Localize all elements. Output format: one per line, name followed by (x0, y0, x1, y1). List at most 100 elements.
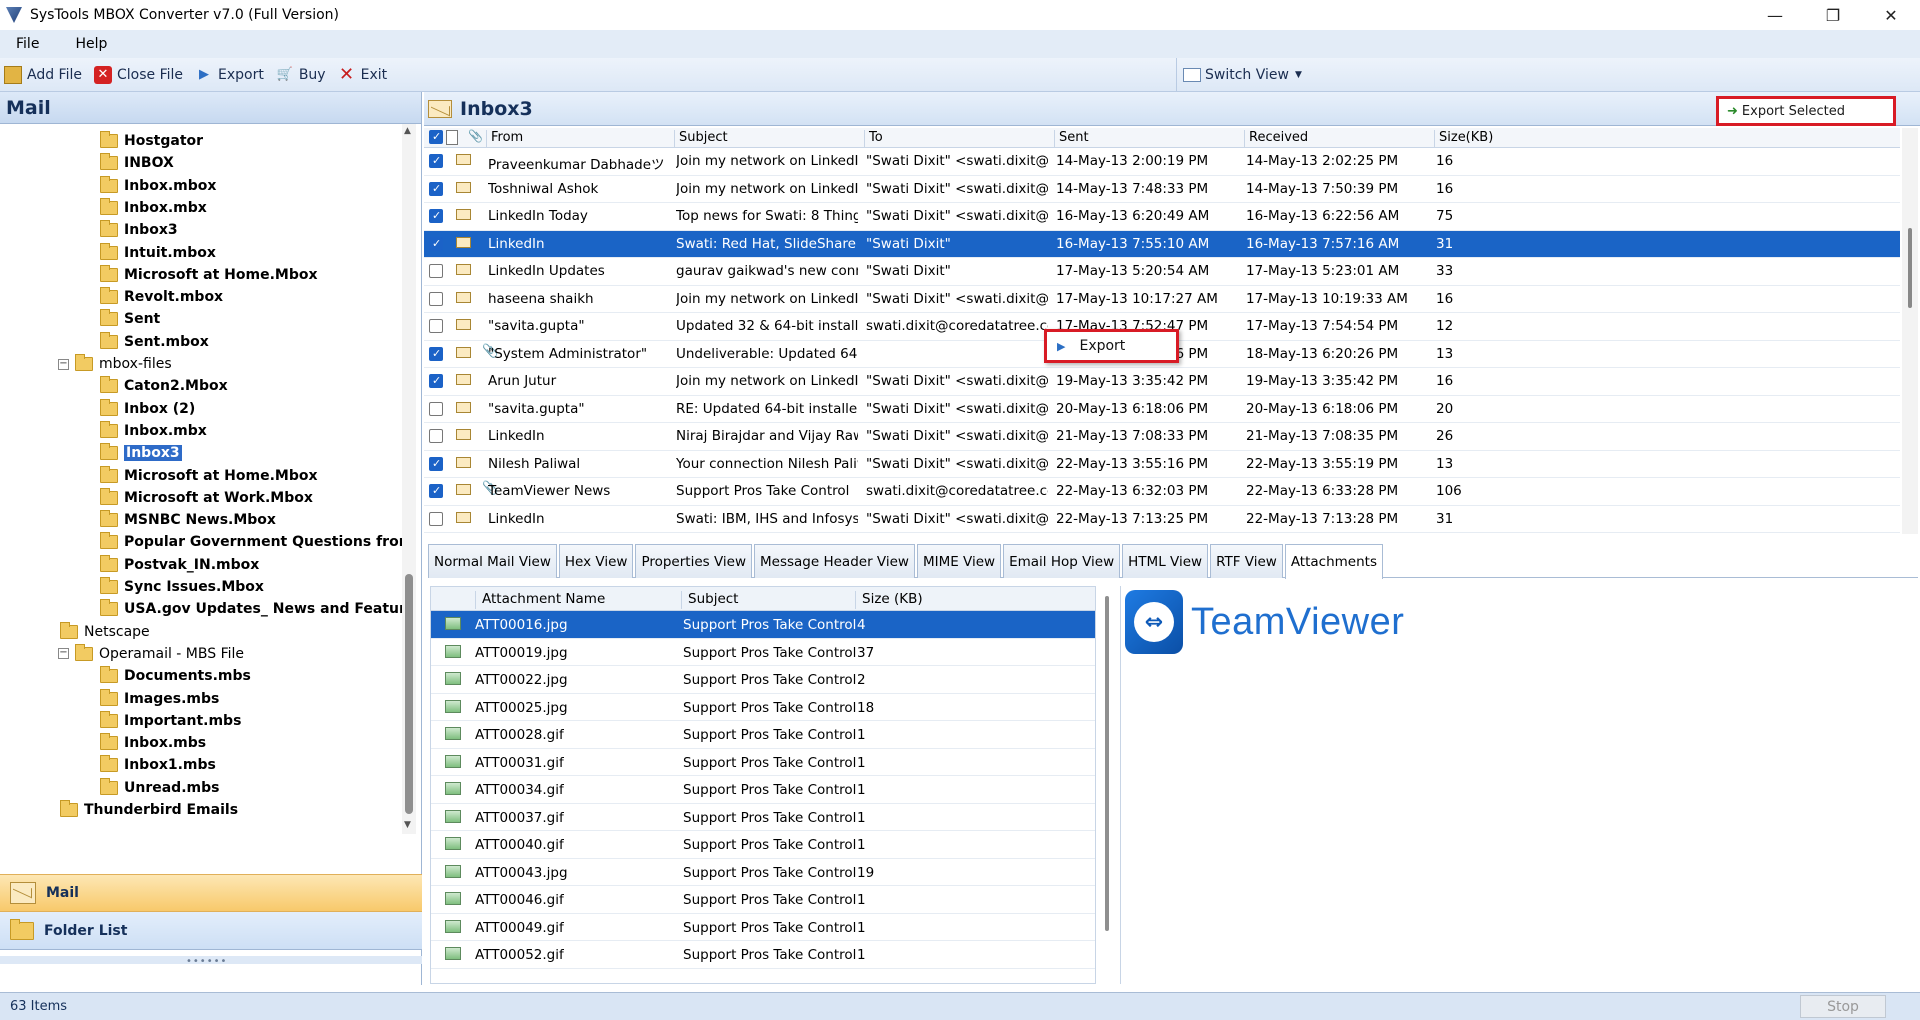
email-row[interactable]: 📎TeamViewer NewsSupport Pros Take Contro… (424, 478, 1900, 506)
tab-hex-view[interactable]: Hex View (558, 544, 634, 578)
close-window-button[interactable]: ✕ (1862, 0, 1920, 30)
tree-item[interactable]: − Operamail - MBS File (58, 643, 244, 665)
close-file-button[interactable]: ✕ Close File (93, 65, 183, 84)
minimize-button[interactable]: — (1746, 0, 1804, 30)
tree-scroll-thumb[interactable] (405, 574, 413, 814)
email-row-checkbox[interactable] (429, 429, 443, 443)
menu-file[interactable]: File (10, 34, 45, 54)
tree-item[interactable]: Inbox3 (100, 442, 182, 464)
tree-item[interactable]: Microsoft at Home.Mbox (100, 465, 318, 487)
attachments-scrollbar[interactable] (1100, 586, 1114, 984)
email-row[interactable]: "savita.gupta" RE: Updated 64-bit install… (424, 396, 1900, 423)
email-row-checkbox[interactable] (429, 154, 443, 168)
email-row-checkbox[interactable] (429, 319, 443, 333)
scroll-down-icon[interactable]: ▼ (404, 820, 411, 830)
email-row[interactable]: LinkedIn Niraj Birajdar and Vijay Rawani … (424, 423, 1900, 451)
tab-html-view[interactable]: HTML View (1122, 544, 1209, 578)
tab-attachments[interactable]: Attachments (1284, 544, 1383, 579)
menu-help[interactable]: Help (69, 34, 113, 54)
col-subject[interactable]: Subject (674, 130, 862, 148)
tab-message-header-view[interactable]: Message Header View (754, 544, 915, 578)
tab-email-hop-view[interactable]: Email Hop View (1003, 544, 1121, 578)
col-attachment-subject[interactable]: Subject (681, 591, 853, 609)
buy-button[interactable]: 🛒 Buy (276, 66, 326, 84)
tree-item[interactable]: Inbox.mbs (100, 732, 206, 754)
export-button[interactable]: ▶ Export (195, 66, 264, 84)
email-row-checkbox[interactable] (429, 209, 443, 223)
email-row-checkbox[interactable] (429, 401, 443, 416)
attachment-row[interactable]: ATT00031.gif Support Pros Take Control 1 (431, 749, 1095, 776)
email-row[interactable]: LinkedIn Swati: Red Hat, SlideShare and H… (424, 230, 1900, 258)
email-row[interactable]: LinkedIn Today Top news for Swati: 8 Thin… (424, 203, 1900, 231)
tree-item[interactable]: Inbox.mbx (100, 197, 207, 219)
tree-item[interactable]: Caton2.Mbox (100, 375, 228, 397)
tree-item[interactable]: Documents.mbs (100, 665, 251, 687)
nav-mail-button[interactable]: Mail (0, 874, 422, 912)
attachment-row[interactable]: ATT00040.gif Support Pros Take Control 1 (431, 831, 1095, 859)
col-from[interactable]: From (486, 130, 672, 148)
tree-item[interactable]: Images.mbs (100, 688, 219, 710)
tree-item[interactable]: MSNBC News.Mbox (100, 509, 276, 531)
col-attachment-name[interactable]: Attachment Name (475, 591, 679, 609)
email-row-checkbox[interactable] (429, 236, 443, 251)
tree-item[interactable]: INBOX (100, 152, 174, 174)
attachment-row[interactable]: ATT00016.jpg Support Pros Take Control 4 (431, 611, 1095, 639)
tree-item[interactable]: Postvak_IN.mbox (100, 554, 259, 576)
tab-properties-view[interactable]: Properties View (635, 544, 752, 578)
col-received[interactable]: Received (1244, 130, 1432, 148)
email-row-checkbox[interactable] (429, 374, 443, 388)
tree-item[interactable]: Revolt.mbox (100, 286, 223, 308)
tab-rtf-view[interactable]: RTF View (1210, 544, 1283, 578)
collapse-icon[interactable]: − (58, 648, 69, 660)
tree-item[interactable]: Sync Issues.Mbox (100, 576, 264, 598)
col-attachment-size[interactable]: Size (KB) (855, 591, 1095, 609)
tree-item[interactable]: Inbox.mbox (100, 175, 216, 197)
email-row-checkbox[interactable] (429, 346, 443, 361)
tree-item[interactable]: USA.gov Updates_ News and Features.I (100, 598, 402, 620)
nav-folder-list-button[interactable]: Folder List (0, 912, 422, 950)
email-row[interactable]: LinkedIn Swati: IBM, IHS and Infosys Limi… (424, 506, 1900, 533)
tree-item[interactable]: Sent (100, 308, 160, 330)
tab-mime-view[interactable]: MIME View (916, 544, 1002, 578)
tree-item[interactable]: Inbox1.mbs (100, 754, 216, 776)
tree-item[interactable]: Netscape (60, 621, 150, 643)
attachment-row[interactable]: ATT00028.gif Support Pros Take Control 1 (431, 721, 1095, 749)
scroll-up-icon[interactable]: ▲ (404, 126, 411, 136)
tree-item[interactable]: Popular Government Questions from U (100, 531, 402, 553)
email-row[interactable]: LinkedIn Updates gaurav gaikwad's new con… (424, 258, 1900, 286)
tree-item[interactable]: − mbox-files (58, 353, 172, 375)
tree-scrollbar[interactable]: ▲ ▼ (402, 124, 416, 834)
attachment-row[interactable]: ATT00052.gif Support Pros Take Control 1 (431, 941, 1095, 969)
email-scroll-thumb[interactable] (1908, 228, 1912, 308)
attachment-row[interactable]: ATT00025.jpg Support Pros Take Control 18 (431, 694, 1095, 721)
tree-item[interactable]: Hostgator (100, 130, 203, 152)
tree-item[interactable]: Inbox3 (100, 219, 178, 241)
attachment-row[interactable]: ATT00022.jpg Support Pros Take Control 2 (431, 666, 1095, 694)
tree-item[interactable]: Microsoft at Work.Mbox (100, 487, 313, 509)
email-list-scrollbar[interactable] (1902, 128, 1918, 534)
email-row[interactable]: Arun Jutur Join my network on LinkedIn "Sw… (424, 368, 1900, 396)
email-row[interactable]: Praveenkumar Dabhadeツ Join my network on … (424, 148, 1900, 176)
context-menu-export[interactable]: ▶ Export (1044, 329, 1179, 363)
email-row[interactable]: Nilesh Paliwal Your connection Nilesh Pal… (424, 451, 1900, 478)
attachment-row[interactable]: ATT00049.gif Support Pros Take Control 1 (431, 914, 1095, 941)
attachment-row[interactable]: ATT00019.jpg Support Pros Take Control 37 (431, 639, 1095, 666)
tree-item[interactable]: Intuit.mbox (100, 242, 216, 264)
pane-splitter[interactable]: •••••• (0, 956, 422, 967)
exit-button[interactable]: ✕ Exit (338, 64, 387, 85)
stop-button[interactable]: Stop (1800, 995, 1886, 1018)
col-sent[interactable]: Sent (1054, 130, 1242, 148)
col-size[interactable]: Size(KB) (1434, 130, 1622, 148)
tree-item[interactable]: Important.mbs (100, 710, 241, 732)
attachment-row[interactable]: ATT00037.gif Support Pros Take Control 1 (431, 804, 1095, 831)
export-selected-button[interactable]: ➜ Export Selected (1716, 96, 1896, 126)
attachments-scroll-thumb[interactable] (1105, 596, 1109, 931)
attachment-row[interactable]: ATT00046.gif Support Pros Take Control 1 (431, 886, 1095, 914)
email-row-checkbox[interactable] (429, 181, 443, 196)
col-to[interactable]: To (864, 130, 1052, 148)
tree-item[interactable]: Sent.mbox (100, 331, 209, 353)
add-file-button[interactable]: Add File (4, 65, 82, 84)
email-row-checkbox[interactable] (429, 484, 443, 498)
email-row-checkbox[interactable] (429, 511, 443, 526)
tab-normal-mail-view[interactable]: Normal Mail View (428, 544, 557, 578)
